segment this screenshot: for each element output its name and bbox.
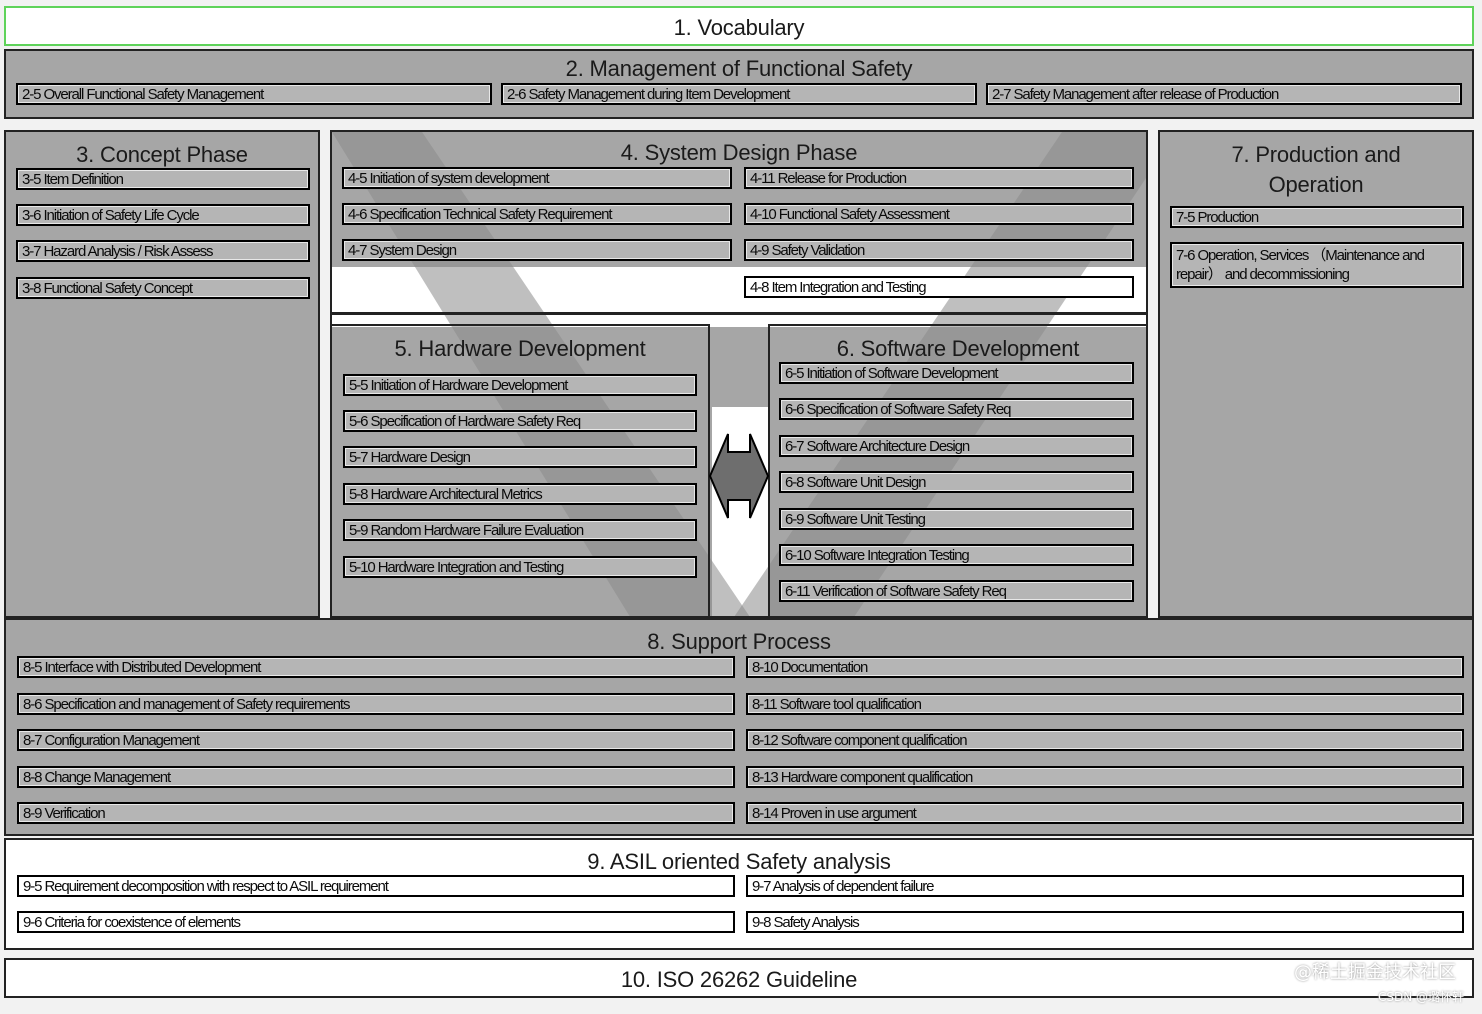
support-item-right: 8-11 Software tool qualification	[746, 693, 1464, 715]
support-title: 8. Support Process	[647, 629, 831, 654]
asil-item-right: 9-7 Analysis of dependent failure	[746, 875, 1464, 897]
software-item: 6-6 Specification of Software Safety Req	[779, 398, 1134, 420]
concept-item: 3-6 Initiation of Safety Life Cycle	[16, 204, 310, 226]
support-item-left: 8-9 Verification	[17, 802, 735, 824]
production-item: 7-5 Production	[1170, 206, 1464, 228]
system-divider	[330, 312, 1148, 315]
software-item: 6-11 Verification of Software Safety Req	[779, 580, 1134, 602]
hardware-item: 5-5 Initiation of Hardware Development	[343, 374, 697, 396]
software-item: 6-7 Software Architecture Design	[779, 435, 1134, 457]
management-title: 2. Management of Functional Safety	[565, 56, 913, 81]
hardware-item: 5-7 Hardware Design	[343, 446, 697, 468]
watermark: @稀土掘金技术社区	[1294, 962, 1456, 983]
asil-item-left: 9-5 Requirement decomposition with respe…	[17, 875, 735, 897]
support-item-left: 8-7 Configuration Management	[17, 729, 735, 751]
support-item-right: 8-10 Documentation	[746, 656, 1464, 678]
concept-item: 3-7 Hazard Analysis / Risk Assess	[16, 240, 310, 262]
hardware-item: 5-10 Hardware Integration and Testing	[343, 556, 697, 578]
asil-panel: 9. ASIL oriented Safety analysis 9-5 Req…	[4, 838, 1474, 950]
hardware-item: 5-9 Random Hardware Failure Evaluation	[343, 519, 697, 541]
hardware-item: 5-6 Specification of Hardware Safety Req	[343, 410, 697, 432]
hardware-item: 5-8 Hardware Architectural Metrics	[343, 483, 697, 505]
software-item: 6-10 Software Integration Testing	[779, 544, 1134, 566]
management-panel: 2. Management of Functional Safety 2-5 O…	[4, 49, 1474, 119]
system-item-left: 4-7 System Design	[342, 239, 732, 261]
guideline-panel: 10. ISO 26262 Guideline	[4, 958, 1474, 998]
support-item-left: 8-5 Interface with Distributed Developme…	[17, 656, 735, 678]
concept-item: 3-8 Functional Safety Concept	[16, 277, 310, 299]
concept-item: 3-5 Item Definition	[16, 168, 310, 190]
support-item-left: 8-8 Change Management	[17, 766, 735, 788]
hardware-title: 5. Hardware Development	[394, 336, 646, 361]
concept-title: 3. Concept Phase	[76, 142, 248, 167]
management-item: 2-5 Overall Functional Safety Management	[16, 83, 492, 105]
system-item-right: 4-10 Functional Safety Assessment	[744, 203, 1134, 225]
asil-title: 9. ASIL oriented Safety analysis	[587, 849, 891, 874]
vocabulary-panel: 1. Vocabulary	[4, 6, 1474, 46]
vocabulary-title: 1. Vocabulary	[673, 15, 805, 40]
production-title-line2: Operation	[1268, 172, 1364, 197]
concept-panel: 3. Concept Phase 3-5 Item Definition 3-6…	[4, 130, 320, 618]
software-item: 6-9 Software Unit Testing	[779, 508, 1134, 530]
system-item-right: 4-8 Item Integration and Testing	[744, 276, 1134, 298]
system-item-left: 4-5 Initiation of system development	[342, 167, 732, 189]
system-item-right: 4-9 Safety Validation	[744, 239, 1134, 261]
production-title-line1: 7. Production and	[1231, 142, 1401, 167]
software-item: 6-5 Initiation of Software Development	[779, 362, 1134, 384]
asil-item-right: 9-8 Safety Analysis	[746, 911, 1464, 933]
asil-item-left: 9-6 Criteria for coexistence of elements	[17, 911, 735, 933]
system-item-right: 4-11 Release for Production	[744, 167, 1134, 189]
production-item: 7-6 Operation, Services （Maintenance and…	[1170, 242, 1464, 288]
support-item-left: 8-6 Specification and management of Safe…	[17, 693, 735, 715]
production-panel: 7. Production and Operation 7-5 Producti…	[1158, 130, 1474, 618]
support-item-right: 8-13 Hardware component qualification	[746, 766, 1464, 788]
double-arrow-icon	[708, 433, 770, 519]
support-panel: 8. Support Process 8-5 Interface with Di…	[4, 618, 1474, 836]
support-item-right: 8-14 Proven in use argument	[746, 802, 1464, 824]
management-item: 2-7 Safety Management after release of P…	[986, 83, 1462, 105]
management-item: 2-6 Safety Management during Item Develo…	[501, 83, 977, 105]
guideline-title: 10. ISO 26262 Guideline	[620, 967, 858, 992]
system-item-left: 4-6 Specification Technical Safety Requi…	[342, 203, 732, 225]
support-item-right: 8-12 Software component qualification	[746, 729, 1464, 751]
software-item: 6-8 Software Unit Design	[779, 471, 1134, 493]
system-title: 4. System Design Phase	[620, 140, 858, 165]
watermark-credit: CSDN @璐怀轩	[1377, 990, 1464, 1004]
software-title: 6. Software Development	[836, 336, 1080, 361]
